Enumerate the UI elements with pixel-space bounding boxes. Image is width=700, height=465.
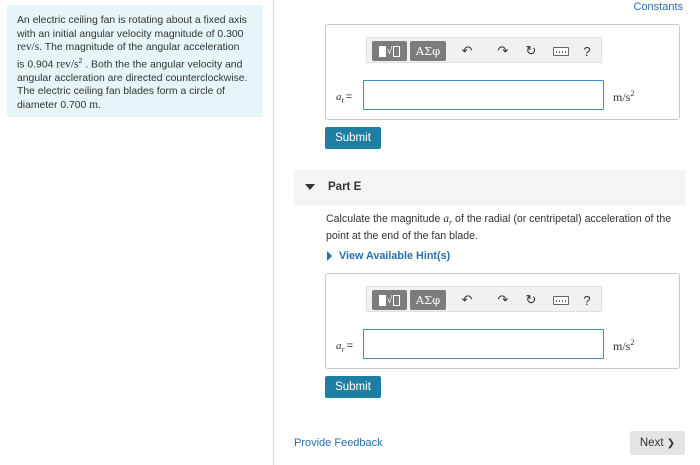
help-icon[interactable]: ? — [577, 41, 597, 61]
unit-label: m/s2 — [613, 89, 635, 104]
problem-statement: An electric ceiling fan is rotating abou… — [7, 5, 263, 117]
unit-label: m/s2 — [613, 338, 635, 353]
part-e-title: Part E — [328, 181, 362, 193]
panel-divider — [273, 0, 274, 465]
answer-box-part-d: √ ΑΣφ ↶ ↷ ↻ ? at = m/s2 — [325, 24, 680, 120]
answer-box-part-e: √ ΑΣφ ↶ ↷ ↻ ? ar = m/s2 — [325, 273, 680, 369]
undo-icon[interactable]: ↶ — [457, 290, 477, 310]
sqrt-icon: √ — [386, 45, 393, 57]
greek-symbols-button[interactable]: ΑΣφ — [410, 41, 446, 61]
answer-input-at[interactable] — [363, 80, 604, 110]
keyboard-icon[interactable] — [551, 290, 571, 310]
undo-icon[interactable]: ↶ — [457, 41, 477, 61]
part-e-header[interactable]: Part E — [294, 170, 685, 205]
collapse-triangle-icon — [305, 184, 315, 190]
view-hints-link[interactable]: View Available Hint(s) — [327, 250, 450, 262]
part-e-question: Calculate the magnitude ar of the radial… — [326, 213, 672, 242]
constants-link[interactable]: Constants — [633, 1, 683, 13]
greek-symbols-button[interactable]: ΑΣφ — [410, 290, 446, 310]
math-toolbar: √ ΑΣφ ↶ ↷ ↻ ? — [366, 286, 602, 312]
variable-label-at: at = — [336, 91, 353, 106]
templates-button[interactable]: √ — [372, 41, 407, 61]
reset-icon[interactable]: ↻ — [521, 290, 541, 310]
submit-button-part-e[interactable]: Submit — [325, 376, 381, 398]
sqrt-icon: √ — [386, 294, 393, 306]
submit-button-part-d[interactable]: Submit — [325, 127, 381, 149]
reset-icon[interactable]: ↻ — [521, 41, 541, 61]
redo-icon[interactable]: ↷ — [493, 290, 513, 310]
keyboard-icon[interactable] — [551, 41, 571, 61]
help-icon[interactable]: ? — [577, 290, 597, 310]
redo-icon[interactable]: ↷ — [493, 41, 513, 61]
variable-label-ar: ar = — [336, 340, 354, 355]
chevron-right-icon: ❯ — [666, 437, 676, 449]
math-toolbar: √ ΑΣφ ↶ ↷ ↻ ? — [366, 37, 602, 63]
templates-button[interactable]: √ — [372, 290, 407, 310]
problem-text: An electric ceiling fan is rotating abou… — [17, 15, 248, 112]
answer-input-ar[interactable] — [363, 329, 604, 359]
provide-feedback-link[interactable]: Provide Feedback — [294, 437, 383, 449]
expand-triangle-icon — [327, 251, 332, 261]
next-button[interactable]: Next ❯ — [630, 431, 685, 455]
